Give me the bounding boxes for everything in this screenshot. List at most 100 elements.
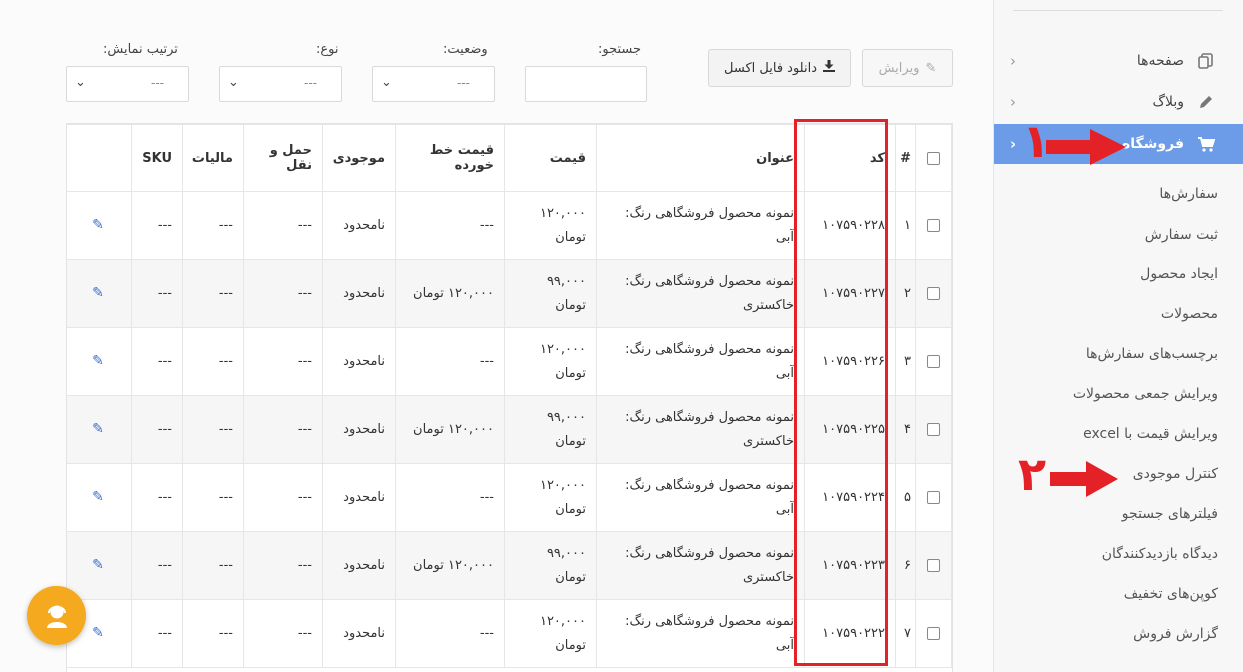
row-title[interactable]: نمونه محصول فروشگاهی رنگ: خاکستری <box>596 259 805 328</box>
edit-button-label: ویرایش <box>878 60 920 76</box>
pencil-icon[interactable]: ✎ <box>92 217 104 233</box>
select-all-checkbox[interactable] <box>927 151 940 165</box>
row-shipping: --- <box>243 531 323 600</box>
submenu-create-product[interactable]: ایجاد محصول <box>1140 266 1218 282</box>
sidebar: صفحه‌ها ‹ وبلاگ ‹ فروشگاه ‹ سفارش‌ها ثبت… <box>993 0 1243 672</box>
row-sku: --- <box>131 191 183 260</box>
header-tax: مالیات <box>182 124 244 192</box>
row-edit-cell[interactable]: ✎ <box>67 395 132 464</box>
row-shipping: --- <box>243 259 323 328</box>
submenu-order-tags[interactable]: برچسب‌های سفارش‌ها <box>1086 346 1218 362</box>
row-price: ۱۲۰,۰۰۰ تومان <box>504 191 597 260</box>
header-shipping: حمل و نقل <box>243 124 323 192</box>
pencil-icon: ✎ <box>925 60 937 76</box>
select-all-cell[interactable] <box>915 124 952 192</box>
sidebar-item-label: صفحه‌ها <box>1136 53 1184 69</box>
row-num: ۷ <box>895 599 916 668</box>
row-title[interactable]: نمونه محصول فروشگاهی رنگ: خاکستری <box>596 395 805 464</box>
row-tax: --- <box>182 191 244 260</box>
download-excel-button[interactable]: دانلود فایل اکسل <box>708 49 851 87</box>
row-edit-cell[interactable]: ✎ <box>67 327 132 396</box>
pencil-icon[interactable]: ✎ <box>92 353 104 369</box>
row-shipping: --- <box>243 327 323 396</box>
pencil-icon[interactable]: ✎ <box>92 285 104 301</box>
row-checkbox[interactable] <box>927 422 940 436</box>
header-stock: موجودی <box>322 124 396 192</box>
row-tax: --- <box>182 259 244 328</box>
chevron-left-icon: ‹ <box>1010 135 1017 153</box>
row-checkbox[interactable] <box>927 286 940 300</box>
row-edit-cell[interactable]: ✎ <box>67 259 132 328</box>
support-chat-button[interactable] <box>27 586 86 645</box>
row-select-cell[interactable] <box>915 191 952 260</box>
submenu-sales-report[interactable]: گزارش فروش <box>1133 626 1218 642</box>
search-input[interactable] <box>525 66 647 102</box>
status-select[interactable]: --- ⌄ <box>372 66 495 102</box>
pencil-icon[interactable]: ✎ <box>92 489 104 505</box>
row-price: ۹۹,۰۰۰ تومان <box>504 259 597 328</box>
row-stock: نامحدود <box>322 395 396 464</box>
row-checkbox[interactable] <box>927 490 940 504</box>
sidebar-item-label: فروشگاه <box>1121 136 1184 152</box>
row-price: ۹۹,۰۰۰ تومان <box>504 531 597 600</box>
row-select-cell[interactable] <box>915 327 952 396</box>
row-select-cell[interactable] <box>915 463 952 532</box>
row-edit-cell[interactable]: ✎ <box>67 191 132 260</box>
row-sku: --- <box>131 531 183 600</box>
row-tax: --- <box>182 395 244 464</box>
row-title[interactable]: نمونه محصول فروشگاهی رنگ: آبی <box>596 599 805 668</box>
row-tax: --- <box>182 327 244 396</box>
row-checkbox[interactable] <box>927 354 940 368</box>
search-label: جستجو: <box>598 42 642 57</box>
row-num: ۵ <box>895 463 916 532</box>
row-select-cell[interactable] <box>915 259 952 328</box>
row-select-cell[interactable] <box>915 599 952 668</box>
row-checkbox[interactable] <box>927 218 940 232</box>
submenu-excel-price-edit[interactable]: ویرایش قیمت با excel <box>1083 426 1218 442</box>
row-strike-price: --- <box>395 191 505 260</box>
pencil-icon[interactable]: ✎ <box>92 625 104 641</box>
sort-label: ترتیب نمایش: <box>103 42 178 57</box>
row-strike-price: ۱۲۰,۰۰۰ تومان <box>395 395 505 464</box>
row-shipping: --- <box>243 599 323 668</box>
row-title[interactable]: نمونه محصول فروشگاهی رنگ: آبی <box>596 191 805 260</box>
header-actions <box>67 124 132 192</box>
pencil-icon[interactable]: ✎ <box>92 557 104 573</box>
row-stock: نامحدود <box>322 531 396 600</box>
submenu-register-order[interactable]: ثبت سفارش <box>1145 227 1218 243</box>
submenu-inventory-control[interactable]: کنترل موجودی <box>1133 466 1218 482</box>
row-shipping: --- <box>243 395 323 464</box>
cart-icon <box>1196 134 1216 154</box>
row-select-cell[interactable] <box>915 531 952 600</box>
row-edit-cell[interactable]: ✎ <box>67 463 132 532</box>
pencil-icon[interactable]: ✎ <box>92 421 104 437</box>
row-sku: --- <box>131 599 183 668</box>
row-title[interactable]: نمونه محصول فروشگاهی رنگ: آبی <box>596 327 805 396</box>
submenu-bulk-edit-products[interactable]: ویرایش جمعی محصولات <box>1073 386 1218 402</box>
row-num: ۴ <box>895 395 916 464</box>
row-edit-cell[interactable]: ✎ <box>67 531 132 600</box>
user-support-icon <box>46 605 67 628</box>
download-button-label: دانلود فایل اکسل <box>724 60 817 76</box>
row-num: ۳ <box>895 327 916 396</box>
header-num: # <box>895 124 916 192</box>
submenu-search-filters[interactable]: فیلترهای جستجو <box>1122 506 1218 522</box>
row-title[interactable]: نمونه محصول فروشگاهی رنگ: آبی <box>596 463 805 532</box>
sidebar-item-label: وبلاگ <box>1152 94 1184 110</box>
row-select-cell[interactable] <box>915 395 952 464</box>
submenu-visitor-comments[interactable]: دیدگاه بازدیدکنندگان <box>1102 546 1218 562</box>
submenu-orders[interactable]: سفارش‌ها <box>1159 186 1218 202</box>
sort-select[interactable]: --- ⌄ <box>66 66 189 102</box>
row-checkbox[interactable] <box>927 626 940 640</box>
row-checkbox[interactable] <box>927 558 940 572</box>
submenu-products[interactable]: محصولات <box>1161 306 1218 322</box>
type-select[interactable]: --- ⌄ <box>219 66 342 102</box>
chevron-down-icon: ⌄ <box>381 75 392 90</box>
sidebar-item-pages[interactable]: صفحه‌ها ‹ <box>994 41 1243 81</box>
edit-button[interactable]: ✎ ویرایش <box>862 49 953 87</box>
select-value: --- <box>151 76 164 90</box>
header-title: عنوان <box>596 124 805 192</box>
row-title[interactable]: نمونه محصول فروشگاهی رنگ: خاکستری <box>596 531 805 600</box>
row-tax: --- <box>182 599 244 668</box>
submenu-discount-coupons[interactable]: کوپن‌های تخفیف <box>1124 586 1218 602</box>
